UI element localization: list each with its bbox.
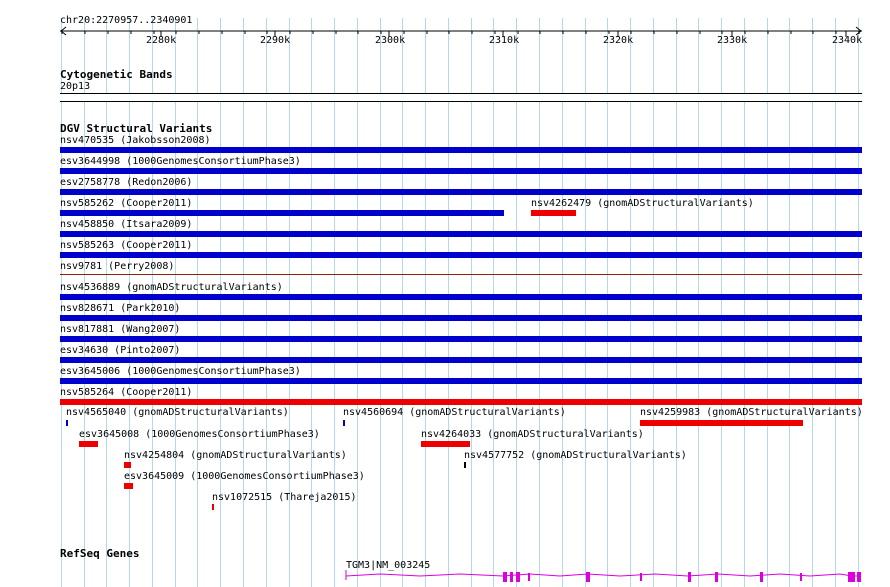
- cytoband-band[interactable]: [60, 93, 862, 102]
- grid-line: [357, 18, 358, 587]
- variant-label: nsv4560694 (gnomADStructuralVariants): [343, 407, 566, 418]
- variant-bar[interactable]: [212, 504, 214, 510]
- grid-line: [493, 18, 494, 587]
- variant-label: nsv4536889 (gnomADStructuralVariants): [60, 282, 283, 293]
- grid-line: [698, 18, 699, 587]
- variant-bar[interactable]: [60, 147, 862, 153]
- variant-bar[interactable]: [66, 420, 68, 426]
- refseq-track-title: RefSeq Genes: [60, 547, 140, 560]
- variant-label: nsv4565040 (gnomADStructuralVariants): [66, 407, 289, 418]
- grid-line: [630, 18, 631, 587]
- ruler-tick-label: 2320k: [603, 35, 634, 46]
- grid-line: [653, 18, 654, 587]
- cytoband-label: 20p13: [60, 81, 91, 92]
- grid-line: [402, 18, 403, 587]
- variant-label: nsv585264 (Cooper2011): [60, 387, 193, 398]
- variant-label: esv3645008 (1000GenomesConsortiumPhase3): [79, 429, 320, 440]
- variant-bar[interactable]: [60, 210, 504, 216]
- variant-bar[interactable]: [79, 441, 98, 447]
- gene-model[interactable]: [340, 568, 865, 584]
- variant-label: esv3644998 (1000GenomesConsortiumPhase3): [60, 156, 301, 167]
- genome-browser-view: chr20:2270957..2340901 2280k 2290k 2300k…: [0, 0, 890, 587]
- variant-label: nsv9781 (Perry2008): [60, 261, 175, 272]
- ruler-tick-label: 2280k: [146, 35, 177, 46]
- grid-line: [471, 18, 472, 587]
- variant-label: esv2758778 (Redon2006): [60, 177, 193, 188]
- variant-bar[interactable]: [60, 168, 862, 174]
- variant-bar[interactable]: [124, 483, 133, 489]
- variant-label: nsv585262 (Cooper2011): [60, 198, 193, 209]
- variant-label: nsv470535 (Jakobsson2008): [60, 135, 211, 146]
- variant-bar[interactable]: [60, 189, 862, 195]
- variant-label: esv34630 (Pinto2007): [60, 345, 181, 356]
- grid-line: [812, 18, 813, 587]
- grid-line: [744, 18, 745, 587]
- grid-line: [858, 18, 859, 587]
- grid-line: [562, 18, 563, 587]
- variant-label: nsv585263 (Cooper2011): [60, 240, 193, 251]
- variant-label: nsv817881 (Wang2007): [60, 324, 181, 335]
- variant-bar[interactable]: [640, 420, 803, 426]
- grid-line: [676, 18, 677, 587]
- grid-line: [835, 18, 836, 587]
- variant-label: nsv828671 (Park2010): [60, 303, 181, 314]
- variant-label: nsv4259983 (gnomADStructuralVariants): [640, 407, 863, 418]
- variant-bar[interactable]: [60, 399, 862, 405]
- variant-label: nsv458850 (Itsara2009): [60, 219, 193, 230]
- variant-bar[interactable]: [124, 462, 131, 468]
- grid-line: [448, 18, 449, 587]
- gene-structure: [345, 570, 861, 582]
- variant-bar[interactable]: [60, 294, 862, 300]
- variant-label: nsv4262479 (gnomADStructuralVariants): [531, 198, 754, 209]
- grid-line: [516, 18, 517, 587]
- grid-line: [607, 18, 608, 587]
- variant-bar[interactable]: [343, 420, 345, 426]
- variant-bar[interactable]: [60, 315, 862, 321]
- grid-line: [721, 18, 722, 587]
- variant-bar[interactable]: [60, 274, 862, 275]
- variant-bar[interactable]: [464, 462, 466, 468]
- ruler-tick-label: 2310k: [489, 35, 520, 46]
- variant-bar[interactable]: [421, 441, 470, 447]
- variant-label: nsv1072515 (Thareja2015): [212, 492, 357, 503]
- grid-line: [789, 18, 790, 587]
- variant-label: nsv4254804 (gnomADStructuralVariants): [124, 450, 347, 461]
- dgv-track-title: DGV Structural Variants: [60, 122, 213, 135]
- variant-bar[interactable]: [60, 357, 862, 363]
- variant-bar[interactable]: [60, 252, 862, 258]
- cytoband-track-title: Cytogenetic Bands: [60, 68, 173, 81]
- variant-label: nsv4264033 (gnomADStructuralVariants): [421, 429, 644, 440]
- variant-bar[interactable]: [60, 336, 862, 342]
- grid-line: [585, 18, 586, 587]
- ruler-tick-label: 2300k: [375, 35, 406, 46]
- grid-line: [425, 18, 426, 587]
- grid-line: [197, 18, 198, 587]
- variant-label: nsv4577752 (gnomADStructuralVariants): [464, 450, 687, 461]
- variant-label: esv3645006 (1000GenomesConsortiumPhase3): [60, 366, 301, 377]
- grid-line: [539, 18, 540, 587]
- ruler-tick-label: 2330k: [717, 35, 748, 46]
- variant-bar[interactable]: [60, 231, 862, 237]
- grid-line: [767, 18, 768, 587]
- ruler-tick-label: 2290k: [260, 35, 291, 46]
- variant-label: esv3645009 (1000GenomesConsortiumPhase3): [124, 471, 365, 482]
- ruler-tick-label: 2340k: [832, 35, 863, 46]
- variant-bar[interactable]: [531, 210, 576, 216]
- grid-line: [380, 18, 381, 587]
- variant-bar[interactable]: [60, 378, 862, 384]
